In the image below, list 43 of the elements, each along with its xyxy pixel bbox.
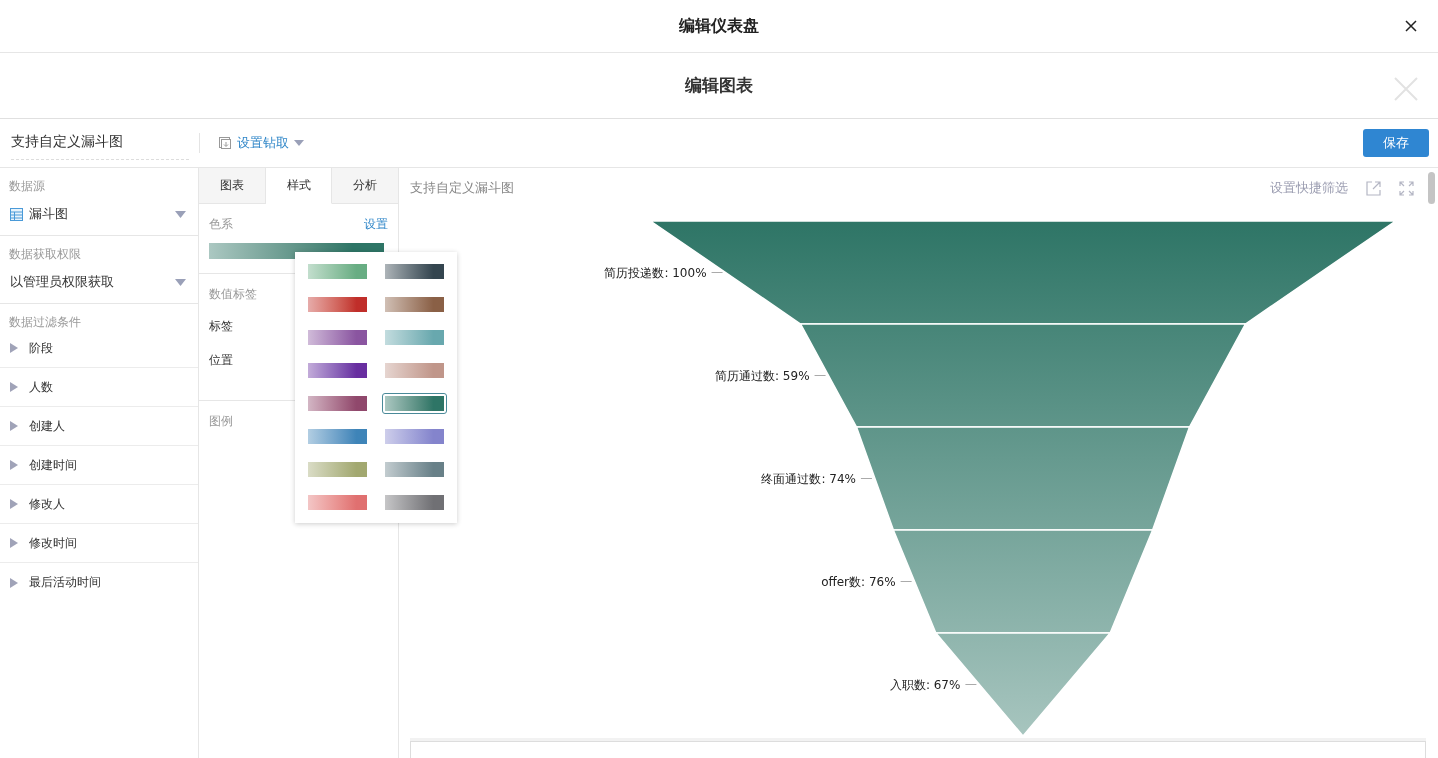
stage-label: 终面通过数: 74% (761, 471, 856, 486)
stage-label: 入职数: 67% (889, 677, 961, 692)
stage-label: 简历投递数: 100% (604, 265, 707, 280)
leader-line (964, 684, 977, 685)
permission-dropdown[interactable]: 以管理员权限获取 (0, 261, 198, 304)
leader-line (900, 581, 913, 582)
leader-line (711, 272, 724, 273)
caret-icon (175, 210, 186, 218)
panel-tab[interactable]: 分析 (332, 168, 398, 204)
close-icon[interactable] (1405, 20, 1417, 32)
filter-item[interactable]: 创建人 (0, 407, 198, 446)
section-label: 数据源 (8, 178, 46, 193)
color-scheme-label: 色系 (209, 216, 233, 233)
chart-name-field[interactable]: 支持自定义漏斗图 (11, 126, 189, 160)
table-icon (10, 207, 23, 221)
section-label: 数据获取权限 (8, 246, 82, 261)
drill-button[interactable]: 设置钻取 (218, 134, 304, 152)
data-source-dropdown[interactable]: 漏斗图 (0, 193, 198, 236)
chart-title: 支持自定义漏斗图 (410, 179, 514, 197)
section-label: 数据过滤条件 (8, 314, 82, 329)
filter-item[interactable]: 阶段 (0, 329, 198, 368)
label-row-label: 标签 (209, 318, 233, 335)
filter-item[interactable]: 修改时间 (0, 524, 198, 563)
editor-title: 编辑图表 (685, 74, 753, 97)
value-labels-heading: 数值标签 (209, 286, 258, 303)
legend-heading: 图例 (209, 413, 234, 430)
caret-icon (294, 140, 304, 146)
caret-icon (175, 278, 186, 286)
position-row-label: 位置 (209, 352, 233, 369)
dialog-title: 编辑仪表盘 (679, 15, 759, 37)
save-button[interactable]: 保存 (1363, 129, 1429, 157)
drill-icon (218, 136, 232, 150)
filter-item[interactable]: 最后活动时间 (0, 563, 198, 602)
leader-line (860, 478, 873, 479)
filter-item[interactable]: 创建时间 (0, 446, 198, 485)
leader-line (814, 375, 827, 376)
settings-link[interactable]: 设置 (364, 216, 388, 233)
filter-item[interactable]: 修改人 (0, 485, 198, 524)
stage-label: offer数: 76% (821, 574, 896, 589)
filter-item[interactable]: 人数 (0, 368, 198, 407)
panel-tab[interactable]: 图表 (199, 168, 266, 204)
scrollbar-thumb[interactable] (1428, 172, 1435, 204)
stage-label: 简历通过数: 59% (715, 368, 810, 383)
